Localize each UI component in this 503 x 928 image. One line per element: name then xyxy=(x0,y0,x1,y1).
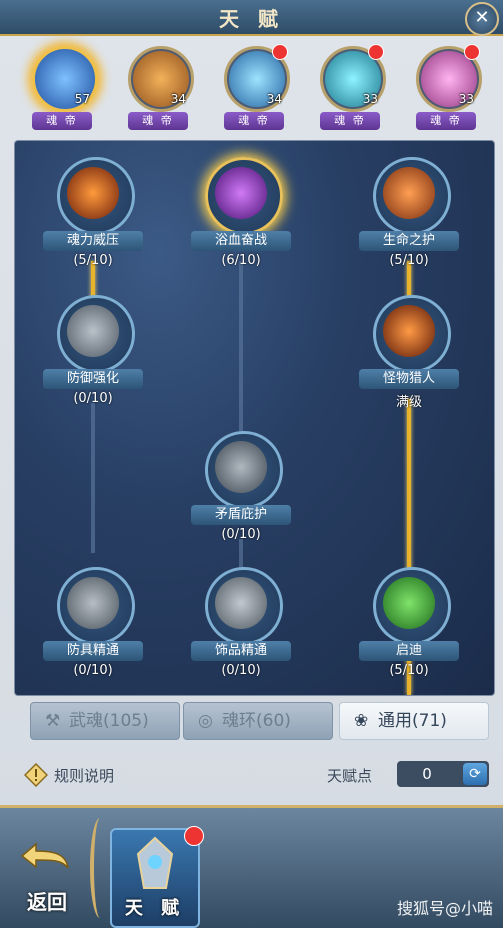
talent-progress: (0/10) xyxy=(73,663,113,678)
talent-name: 魂力威压 xyxy=(43,231,143,251)
tab-label: 武魂(105) xyxy=(69,711,149,731)
talent-points-label: 天赋点 xyxy=(327,767,373,785)
window-title: 天 赋 xyxy=(219,7,284,31)
refresh-icon[interactable]: ⟳ xyxy=(463,763,487,785)
back-label: 返回 xyxy=(27,890,67,914)
close-icon[interactable]: ✕ xyxy=(465,2,499,36)
talent-screen: 天 赋 ✕ 57 魂 帝 34 魂 帝 34 魂 帝 33 魂 帝 33 魂 帝… xyxy=(0,0,503,928)
cross-shield-icon xyxy=(215,441,267,493)
ring-tab-icon: ◎ xyxy=(198,711,213,731)
talent-name: 启迪 xyxy=(359,641,459,661)
hero-slot-3[interactable]: 34 魂 帝 xyxy=(218,44,290,134)
blood-rage-icon xyxy=(215,167,267,219)
divider xyxy=(90,818,110,918)
tab-wuhun[interactable]: ⚒ 武魂(105) xyxy=(30,702,180,740)
talent-progress: (6/10) xyxy=(221,253,261,268)
hero-level: 57 xyxy=(74,92,90,106)
tab-hunhuan[interactable]: ◎ 魂环(60) xyxy=(183,702,333,740)
back-button[interactable]: 返回 xyxy=(8,828,86,924)
talent-node[interactable]: 防御强化 (0/10) xyxy=(43,289,143,421)
hero-slot-4[interactable]: 33 魂 帝 xyxy=(314,44,386,134)
talent-progress: (5/10) xyxy=(389,253,429,268)
hero-rank: 魂 帝 xyxy=(416,112,476,130)
talent-emblem-icon xyxy=(136,836,174,889)
talent-progress: (0/10) xyxy=(221,663,261,678)
talent-progress: (5/10) xyxy=(73,253,113,268)
talent-node[interactable]: 魂力威压 (5/10) xyxy=(43,151,143,283)
talent-name: 防御强化 xyxy=(43,369,143,389)
talent-name: 生命之护 xyxy=(359,231,459,251)
hero-slot-1[interactable]: 57 魂 帝 xyxy=(26,44,98,134)
tab-label: 通用(71) xyxy=(378,711,447,731)
talent-points-value: 0 xyxy=(422,765,432,783)
hero-level: 33 xyxy=(458,92,474,106)
talent-node[interactable]: 生命之护 (5/10) xyxy=(359,151,459,283)
back-arrow-icon xyxy=(20,842,69,869)
hammer-icon xyxy=(67,577,119,629)
talent-node[interactable]: 矛盾庇护 (0/10) xyxy=(191,425,291,557)
winged-shield-icon xyxy=(67,305,119,357)
hero-level: 34 xyxy=(170,92,186,106)
hero-selector: 57 魂 帝 34 魂 帝 34 魂 帝 33 魂 帝 33 魂 帝 xyxy=(0,36,503,134)
warrior-icon xyxy=(67,167,119,219)
talent-name: 怪物猎人 xyxy=(359,369,459,389)
hero-rank: 魂 帝 xyxy=(224,112,284,130)
talent-name: 浴血奋战 xyxy=(191,231,291,251)
talent-name: 防具精通 xyxy=(43,641,143,661)
talent-tab-button[interactable]: 天 赋 xyxy=(110,826,204,928)
watermark: 搜狐号@小喵 xyxy=(396,899,493,918)
hero-rank: 魂 帝 xyxy=(128,112,188,130)
talent-name: 矛盾庇护 xyxy=(191,505,291,525)
talent-tab-label: 天 赋 xyxy=(124,898,186,919)
talent-tree-panel: 魂力威压 (5/10) 浴血奋战 (6/10) 生命之护 (5/10) 防御强化… xyxy=(14,140,495,696)
lotus-tab-icon: ❀ xyxy=(354,711,369,731)
talent-name: 饰品精通 xyxy=(191,641,291,661)
notification-badge xyxy=(464,44,480,60)
talent-link xyxy=(91,403,95,553)
talent-progress: (5/10) xyxy=(389,663,429,678)
notification-badge xyxy=(272,44,288,60)
talent-points-box: 0 ⟳ xyxy=(397,761,489,787)
hero-slot-5[interactable]: 33 魂 帝 xyxy=(410,44,482,134)
hammer-tab-icon: ⚒ xyxy=(45,711,61,731)
potion-icon xyxy=(383,577,435,629)
shield-life-icon xyxy=(383,167,435,219)
warning-icon xyxy=(24,763,48,787)
hero-rank: 魂 帝 xyxy=(32,112,92,130)
talent-progress: 满级 xyxy=(395,395,422,410)
talent-link xyxy=(239,261,243,431)
talent-node[interactable]: 防具精通 (0/10) xyxy=(43,561,143,693)
talent-node[interactable]: 怪物猎人 满级 xyxy=(359,289,459,421)
talent-node[interactable]: 浴血奋战 (6/10) xyxy=(191,151,291,283)
title-bar: 天 赋 ✕ xyxy=(0,0,503,36)
tab-label: 魂环(60) xyxy=(222,711,291,731)
talent-progress: (0/10) xyxy=(221,527,261,542)
notification-badge xyxy=(368,44,384,60)
hero-level: 33 xyxy=(362,92,378,106)
talent-node[interactable]: 饰品精通 (0/10) xyxy=(191,561,291,693)
hero-level: 34 xyxy=(266,92,282,106)
monster-hunter-icon xyxy=(383,305,435,357)
tab-tongyong[interactable]: ❀ 通用(71) xyxy=(339,702,489,740)
notification-badge xyxy=(184,826,204,846)
ring-icon xyxy=(215,577,267,629)
hero-rank: 魂 帝 xyxy=(320,112,380,130)
talent-category-tabs: ⚒ 武魂(105) ◎ 魂环(60) ❀ 通用(71) xyxy=(30,702,490,740)
talent-node[interactable]: 启迪 (5/10) xyxy=(359,561,459,693)
bottom-bar: 返回 天 赋 搜狐号@小喵 xyxy=(0,805,503,928)
rules-label: 规则说明 xyxy=(54,767,115,785)
talent-progress: (0/10) xyxy=(73,391,113,406)
hero-slot-2[interactable]: 34 魂 帝 xyxy=(122,44,194,134)
